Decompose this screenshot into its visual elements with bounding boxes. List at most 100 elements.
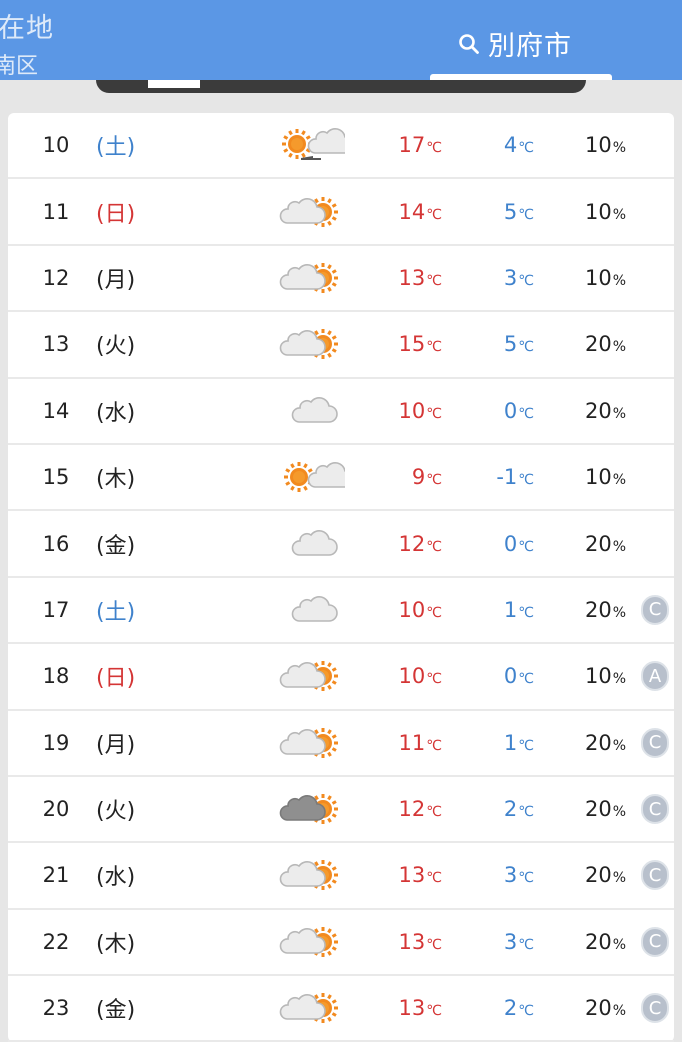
precip-value: 20 [584,996,612,1021]
percent-unit: % [612,272,626,289]
sunny-then-cloudy-icon [273,126,354,164]
precip-value: 20 [584,797,612,822]
high-temp: 10℃ [368,598,442,622]
precip-chance: 20% [578,532,626,556]
forecast-list: 10 (土) 17℃ 4℃ 10% 11 (日) 14℃ 5℃ 10% 12 (… [8,113,674,1042]
percent-unit: % [612,870,626,887]
precip-value: 20 [584,730,612,755]
cloudy-sometimes-sunny-icon [273,989,345,1027]
forecast-row[interactable]: 23 (金) 13℃ 2℃ 20% C [8,976,674,1042]
forecast-row[interactable]: 21 (水) 13℃ 3℃ 20% C [8,843,674,910]
precip-value: 20 [584,863,612,888]
percent-unit: % [612,604,626,621]
temp-unit: ℃ [518,339,534,356]
high-temp-value: 12 [398,531,426,556]
high-temp: 15℃ [368,332,442,356]
low-temp-value: 5 [503,199,518,224]
precip-value: 20 [584,531,612,556]
forecast-row[interactable]: 12 (月) 13℃ 3℃ 10% [8,246,674,313]
temp-unit: ℃ [518,206,534,223]
reliability-badge: C [641,860,669,891]
weekday-label: (水) [96,400,136,426]
high-temp-value: 13 [398,929,426,954]
forecast-row[interactable]: 10 (土) 17℃ 4℃ 10% [8,113,674,180]
forecast-row[interactable]: 18 (日) 10℃ 0℃ 10% A [8,644,674,711]
temp-unit: ℃ [518,936,534,953]
precip-value: 20 [584,597,612,622]
low-temp-value: 4 [503,133,518,158]
low-temp: 3℃ [468,863,534,887]
forecast-row[interactable]: 15 (木) 9℃ -1℃ 10% [8,445,674,512]
cloudy-sometimes-sunny-icon [273,923,345,961]
temp-unit: ℃ [426,472,442,489]
temp-unit: ℃ [426,604,442,621]
temp-unit: ℃ [426,339,442,356]
day-number: 17 [42,597,70,622]
temp-unit: ℃ [518,604,534,621]
weekday-label: (月) [96,267,136,293]
high-temp: 13℃ [368,266,442,290]
precip-chance: 20% [578,598,626,622]
high-temp-value: 9 [411,465,426,490]
low-temp-value: 5 [503,332,518,357]
day-number: 10 [42,133,70,158]
reliability-badge: C [641,993,669,1024]
high-temp: 12℃ [368,797,442,821]
temp-unit: ℃ [426,870,442,887]
high-temp-value: 13 [398,265,426,290]
day-number: 16 [42,531,70,556]
precip-chance: 20% [578,863,626,887]
forecast-row[interactable]: 17 (土) 10℃ 1℃ 20% C [8,578,674,645]
low-temp: 2℃ [468,797,534,821]
precip-value: 10 [584,664,612,689]
precip-chance: 10% [578,465,626,489]
precip-value: 10 [584,133,612,158]
cloudy-icon [273,591,345,629]
temp-unit: ℃ [518,737,534,754]
map-preview[interactable] [96,80,586,93]
precip-chance: 10% [578,266,626,290]
day-number: 19 [42,730,70,755]
low-temp: 5℃ [468,200,534,224]
app-header: 在地 南区 別府市 [0,0,682,80]
temp-unit: ℃ [518,870,534,887]
day-number: 22 [42,929,70,954]
forecast-row[interactable]: 11 (日) 14℃ 5℃ 10% [8,179,674,246]
forecast-row[interactable]: 16 (金) 12℃ 0℃ 20% [8,511,674,578]
percent-unit: % [612,206,626,223]
forecast-row[interactable]: 13 (火) 15℃ 5℃ 20% [8,312,674,379]
current-location-tab[interactable]: 在地 [0,6,54,45]
low-temp-value: -1 [496,465,518,490]
low-temp: -1℃ [468,465,534,489]
low-temp: 3℃ [468,266,534,290]
high-temp-value: 17 [398,133,426,158]
low-temp-value: 2 [503,797,518,822]
high-temp-value: 13 [398,996,426,1021]
high-temp-value: 13 [398,863,426,888]
high-temp: 9℃ [368,465,442,489]
forecast-row[interactable]: 19 (月) 11℃ 1℃ 20% C [8,711,674,777]
temp-unit: ℃ [426,206,442,223]
forecast-row[interactable]: 14 (水) 10℃ 0℃ 20% [8,379,674,445]
precip-chance: 20% [578,797,626,821]
day-number: 23 [42,996,70,1021]
cloudy-sometimes-sunny-icon [273,325,345,363]
high-temp: 10℃ [368,664,442,688]
temp-unit: ℃ [518,538,534,555]
high-temp-value: 10 [398,597,426,622]
low-temp: 3℃ [468,930,534,954]
forecast-row[interactable]: 20 (火) 12℃ 2℃ 20% C [8,777,674,844]
reliability-badge: C [641,794,669,825]
high-temp: 12℃ [368,532,442,556]
day-number: 14 [42,398,70,423]
low-temp: 0℃ [468,399,534,423]
low-temp-value: 0 [503,664,518,689]
precip-value: 10 [584,199,612,224]
forecast-row[interactable]: 22 (木) 13℃ 3℃ 20% C [8,910,674,977]
weekday-label: (日) [96,201,136,227]
low-temp-value: 0 [503,398,518,423]
tab-city[interactable]: 別府市 [458,24,572,63]
cloudy-icon [273,392,345,430]
low-temp-value: 1 [503,597,518,622]
precip-chance: 10% [578,664,626,688]
